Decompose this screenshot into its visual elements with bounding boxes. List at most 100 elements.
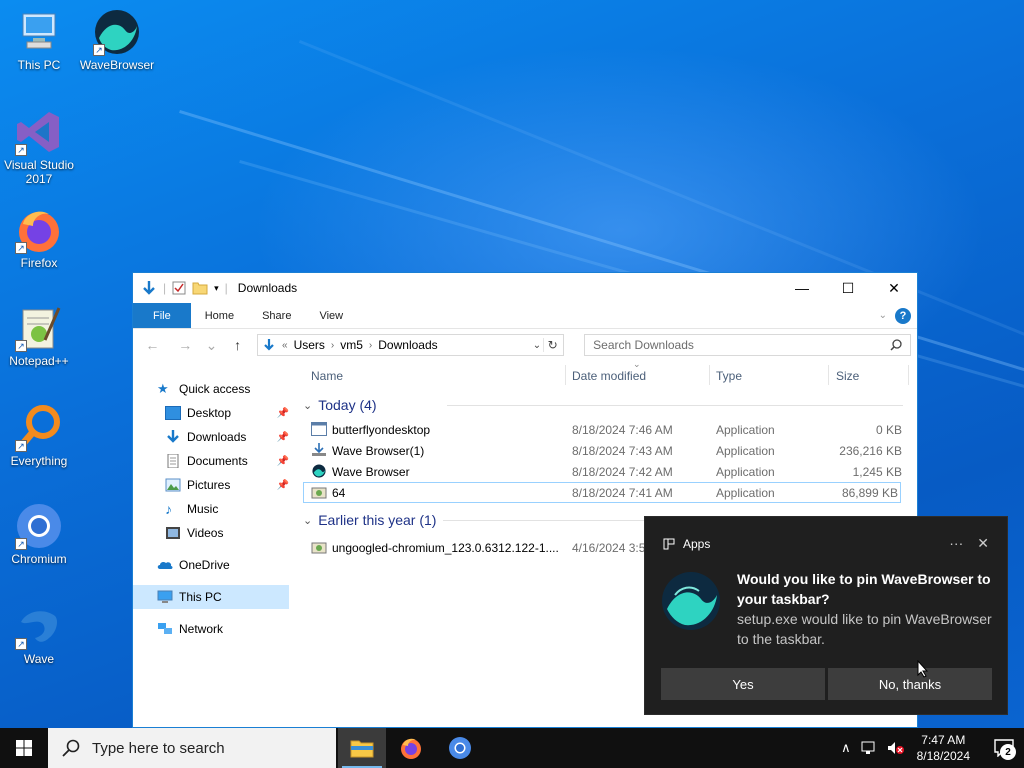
minimize-button[interactable]: — — [779, 273, 825, 303]
forward-arrow-icon[interactable]: → — [172, 337, 199, 353]
desktop-icon-wave[interactable]: ↗ Wave — [1, 602, 77, 666]
wavebrowser-icon: ↗ — [93, 8, 141, 56]
pin-icon: 📌 — [276, 431, 289, 443]
show-hidden-icons-icon[interactable]: ∧ — [841, 740, 851, 756]
desktop-folder-icon — [165, 406, 181, 420]
videos-icon — [166, 527, 180, 539]
close-button[interactable]: ✕ — [871, 273, 917, 303]
documents-icon — [167, 454, 179, 468]
taskbar-chromium[interactable] — [436, 728, 484, 768]
close-icon[interactable]: ✕ — [977, 535, 989, 552]
group-today[interactable]: ⌄ Today (4) — [303, 393, 909, 417]
desktop-icon-notepad-plus-plus[interactable]: ↗ Notepad++ — [1, 304, 77, 368]
breadcrumb-vm5[interactable]: vm5 — [340, 338, 363, 352]
setup-package-icon — [311, 487, 327, 499]
more-options-icon[interactable]: ··· — [949, 535, 963, 552]
notification-count-badge: 2 — [1000, 744, 1016, 760]
apps-icon — [663, 538, 675, 550]
file-row[interactable]: butterflyondesktop 8/18/2024 7:46 AM App… — [303, 419, 909, 440]
nav-videos[interactable]: Videos — [133, 521, 293, 545]
desktop-icon-wavebrowser[interactable]: ↗ WaveBrowser — [79, 8, 155, 72]
network-icon — [158, 623, 172, 634]
pin-icon: 📌 — [276, 455, 289, 467]
start-button[interactable] — [0, 728, 48, 768]
notification-title: Would you like to pin WaveBrowser to you… — [737, 571, 991, 607]
address-dropdown-icon[interactable]: ⌄ — [533, 340, 541, 351]
expand-ribbon-icon[interactable]: ⌄ — [879, 310, 887, 321]
desktop-icon-chromium[interactable]: ↗ Chromium — [1, 502, 77, 566]
breadcrumb-users[interactable]: Users — [294, 338, 325, 352]
nav-quick-access[interactable]: ★ Quick access — [133, 377, 293, 401]
taskbar-search-box[interactable]: Type here to search — [48, 728, 336, 768]
new-folder-icon[interactable] — [192, 281, 208, 295]
explorer-titlebar[interactable]: | ▾ | Downloads — ☐ ✕ — [133, 273, 917, 303]
desktop-icon-visual-studio[interactable]: ↗ Visual Studio 2017 — [1, 108, 77, 186]
file-row[interactable]: Wave Browser(1) 8/18/2024 7:43 AM Applic… — [303, 440, 909, 461]
desktop-icon-everything[interactable]: ↗ Everything — [1, 404, 77, 468]
tab-view[interactable]: View — [305, 303, 357, 328]
pin-icon: 📌 — [276, 479, 289, 491]
wavebrowser-icon — [312, 464, 326, 478]
firefox-icon: ↗ — [15, 206, 63, 254]
clock-date: 8/18/2024 — [916, 749, 970, 763]
tab-home[interactable]: Home — [191, 303, 248, 328]
search-input[interactable]: Search Downloads — [584, 334, 912, 356]
notification-message: setup.exe would like to pin WaveBrowser … — [737, 611, 992, 647]
maximize-button[interactable]: ☐ — [825, 273, 871, 303]
column-headers: Name ⌄ Date modified Type Size — [303, 359, 909, 389]
chromium-icon — [449, 737, 471, 759]
column-date-modified[interactable]: Date modified — [572, 369, 646, 383]
volume-muted-icon[interactable] — [887, 741, 905, 755]
properties-icon[interactable] — [172, 281, 186, 295]
breadcrumb-downloads[interactable]: Downloads — [378, 338, 437, 352]
nav-pictures[interactable]: Pictures 📌 — [133, 473, 293, 497]
pin-taskbar-notification: Apps ··· ✕ Would you like to pin WaveBro… — [644, 516, 1008, 715]
nav-music[interactable]: ♪ Music — [133, 497, 293, 521]
help-icon[interactable]: ? — [895, 307, 911, 324]
installer-icon — [312, 443, 326, 456]
windows-logo-icon — [16, 740, 32, 756]
taskbar-search-placeholder: Type here to search — [92, 739, 225, 757]
nav-onedrive[interactable]: OneDrive — [133, 553, 293, 577]
refresh-icon[interactable]: ↻ — [543, 338, 561, 352]
notepad-plus-plus-icon: ↗ — [15, 304, 63, 352]
no-thanks-button[interactable]: No, thanks — [828, 668, 992, 700]
wave-icon: ↗ — [15, 602, 63, 650]
up-arrow-icon[interactable]: ↑ — [224, 337, 251, 353]
chromium-icon: ↗ — [15, 502, 63, 550]
customize-toolbar-icon[interactable]: ▾ — [214, 283, 219, 294]
taskbar-file-explorer[interactable] — [338, 728, 386, 768]
nav-downloads[interactable]: Downloads 📌 — [133, 425, 293, 449]
tab-share[interactable]: Share — [248, 303, 305, 328]
column-size[interactable]: Size — [836, 369, 859, 383]
network-status-icon[interactable] — [861, 741, 877, 755]
downloads-folder-icon — [264, 339, 274, 351]
downloads-icon — [167, 430, 179, 443]
action-center-button[interactable]: 2 — [984, 728, 1024, 768]
file-explorer-icon — [350, 740, 374, 758]
visual-studio-icon: ↗ — [15, 108, 63, 156]
nav-this-pc[interactable]: This PC — [133, 585, 289, 609]
collapse-chevron-icon: ⌄ — [303, 399, 313, 412]
nav-documents[interactable]: Documents 📌 — [133, 449, 293, 473]
yes-button[interactable]: Yes — [661, 668, 825, 700]
navigation-pane: ★ Quick access Desktop 📌 Downloads 📌 Doc… — [133, 377, 293, 727]
tab-file[interactable]: File — [133, 303, 191, 328]
pin-icon: 📌 — [276, 407, 289, 419]
address-bar[interactable]: « Users › vm5 › Downloads ⌄ ↻ — [257, 334, 565, 356]
desktop-icon-this-pc[interactable]: This PC — [1, 8, 77, 72]
column-name[interactable]: Name — [311, 369, 343, 383]
file-row[interactable]: Wave Browser 8/18/2024 7:42 AM Applicati… — [303, 461, 909, 482]
system-tray: ∧ 7:47 AM 8/18/2024 2 — [841, 728, 1024, 768]
everything-search-icon: ↗ — [15, 404, 63, 452]
column-type[interactable]: Type — [716, 369, 742, 383]
file-row[interactable]: 64 8/18/2024 7:41 AM Application 86,899 … — [303, 482, 901, 503]
desktop-icon-firefox[interactable]: ↗ Firefox — [1, 206, 77, 270]
back-arrow-icon[interactable]: ← — [139, 337, 166, 353]
nav-network[interactable]: Network — [133, 617, 293, 641]
nav-desktop[interactable]: Desktop 📌 — [133, 401, 293, 425]
down-arrow-icon[interactable] — [141, 280, 157, 296]
taskbar-firefox[interactable] — [387, 728, 435, 768]
recent-locations-icon[interactable]: ⌄ — [205, 337, 218, 354]
system-clock[interactable]: 7:47 AM 8/18/2024 — [917, 732, 984, 764]
